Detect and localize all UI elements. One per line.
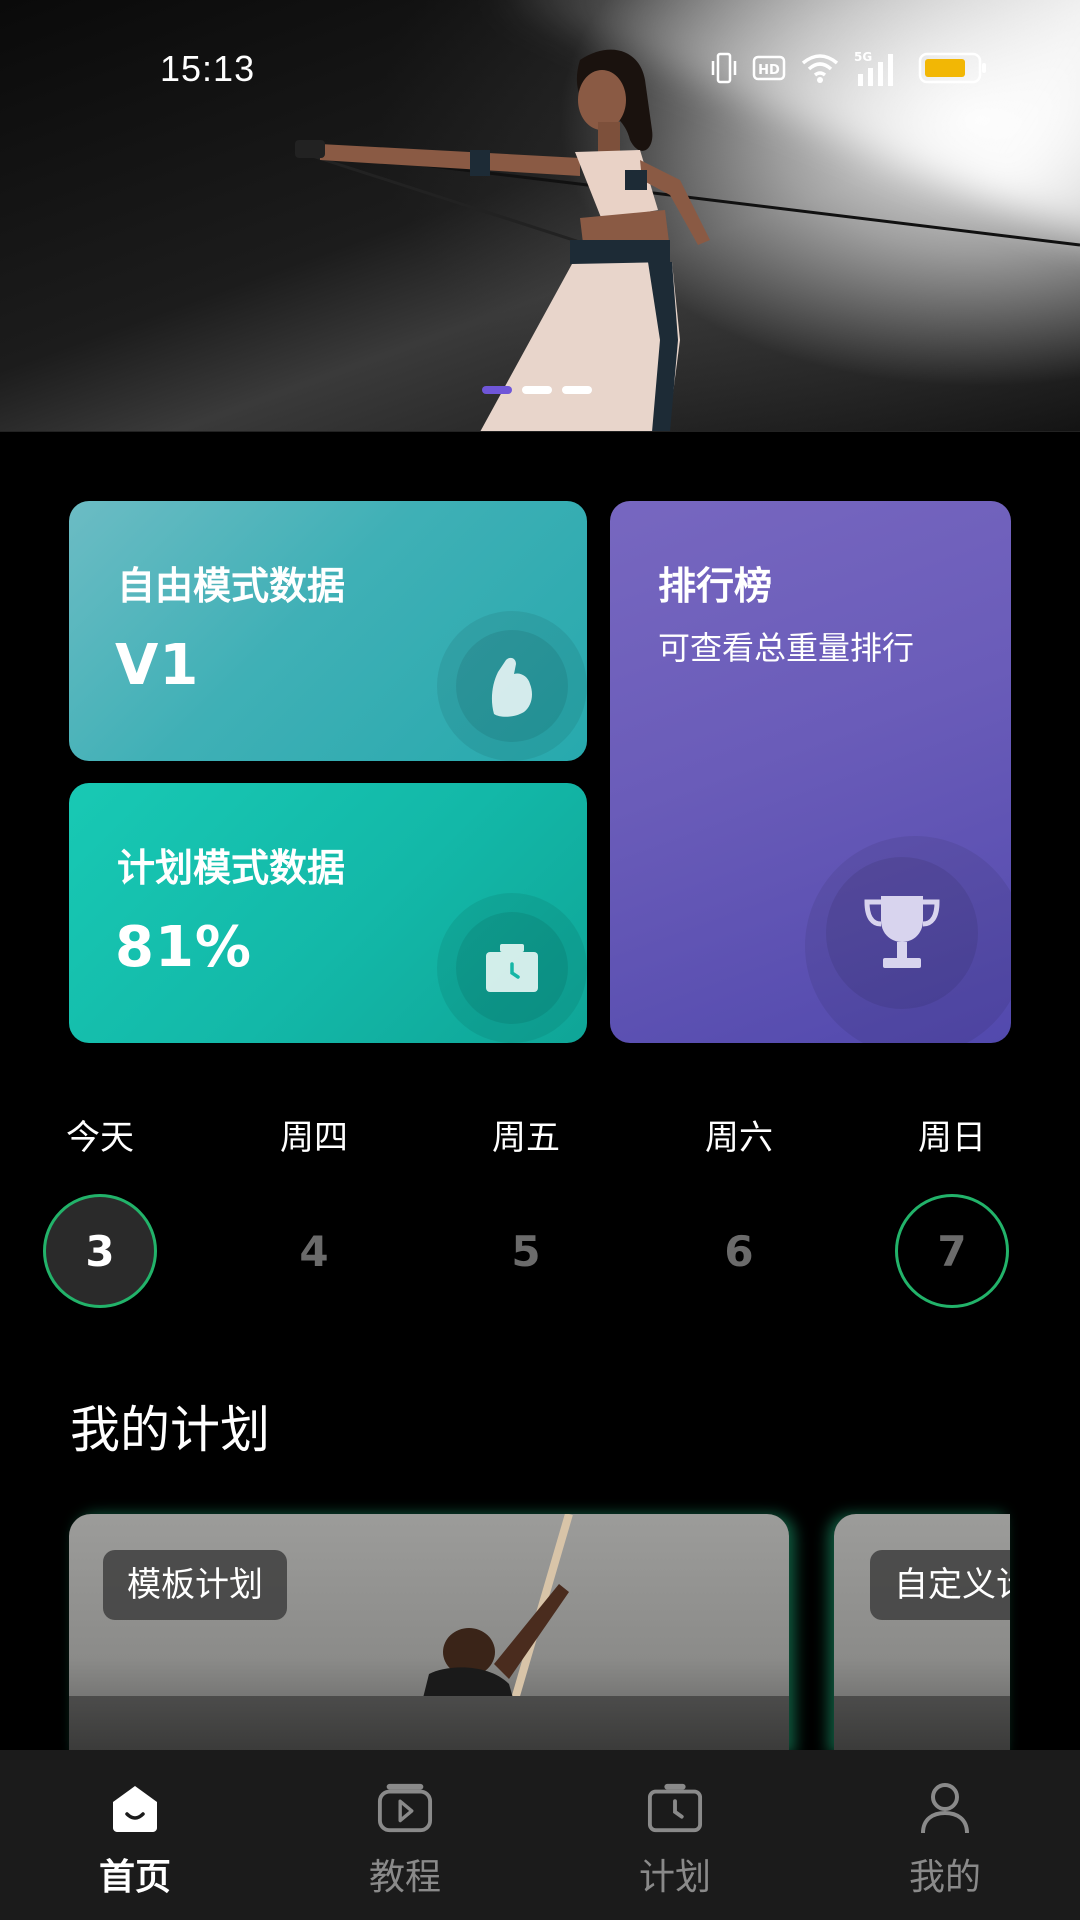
plan-tag: 自定义计: [870, 1550, 1010, 1620]
day-sunday[interactable]: 周日 7: [892, 1118, 1012, 1308]
banner-pagination: [482, 386, 592, 394]
nav-label: 我的: [908, 1857, 981, 1898]
clipboard-clock-icon: [486, 944, 538, 992]
my-plan-heading: 我的计划: [70, 1401, 270, 1459]
day-date: 6: [724, 1226, 754, 1276]
banner-dot[interactable]: [482, 386, 512, 394]
free-mode-icon-halo: [437, 611, 587, 761]
plan-floor: [834, 1696, 1010, 1754]
status-bar: 15:13 HD 5G: [0, 0, 1080, 140]
day-friday[interactable]: 周五 5: [466, 1118, 586, 1308]
profile-icon: [917, 1780, 973, 1836]
plan-card-custom[interactable]: 自定义计: [834, 1514, 1010, 1754]
plan-card-template[interactable]: 模板计划: [69, 1514, 789, 1754]
ranking-card[interactable]: 排行榜 可查看总重量排行: [610, 501, 1011, 1043]
plan-tag: 模板计划: [103, 1550, 287, 1620]
home-icon: [107, 1780, 163, 1836]
nav-label: 教程: [368, 1857, 441, 1898]
plan-floor: [69, 1696, 789, 1754]
banner-dot[interactable]: [522, 386, 552, 394]
nav-item-plan[interactable]: 计划: [540, 1750, 810, 1920]
plan-mode-value: 81%: [115, 915, 253, 980]
day-label: 周日: [918, 1118, 986, 1158]
calendar-clock-icon: [647, 1780, 703, 1836]
ranking-title: 排行榜: [658, 564, 773, 608]
hd-icon: HD: [752, 53, 786, 83]
day-label: 周五: [492, 1118, 560, 1158]
free-mode-card[interactable]: 自由模式数据 V1: [69, 501, 587, 761]
day-date: 3: [43, 1194, 157, 1308]
wifi-icon: [800, 52, 840, 84]
network-type-label: 5G: [854, 50, 872, 64]
hero-banner[interactable]: 15:13 HD 5G: [0, 0, 1080, 432]
day-today[interactable]: 今天 3: [40, 1118, 160, 1308]
nav-item-home[interactable]: 首页: [0, 1750, 270, 1920]
trophy-icon: [864, 896, 940, 968]
nav-item-tutorial[interactable]: 教程: [270, 1750, 540, 1920]
day-thursday[interactable]: 周四 4: [254, 1118, 374, 1308]
free-mode-title: 自由模式数据: [117, 564, 346, 608]
free-mode-value: V1: [115, 633, 200, 698]
ranking-icon-halo: [805, 836, 1011, 1043]
banner-dot[interactable]: [562, 386, 592, 394]
vibrate-icon: [710, 51, 738, 85]
svg-text:HD: HD: [758, 63, 780, 78]
day-label: 今天: [66, 1118, 134, 1158]
ranking-subtitle: 可查看总重量排行: [658, 629, 915, 667]
status-icons: HD 5G: [710, 50, 988, 86]
day-saturday[interactable]: 周六 6: [679, 1118, 799, 1308]
status-time: 15:13: [160, 48, 256, 89]
plan-mode-title: 计划模式数据: [117, 846, 346, 890]
plan-mode-icon-halo: [437, 893, 587, 1043]
tutorial-play-icon: [377, 1780, 433, 1836]
day-label: 周四: [280, 1118, 348, 1158]
week-strip: 今天 3 周四 4 周五 5 周六 6 周日 7: [0, 1118, 1080, 1318]
day-date: 5: [511, 1226, 541, 1276]
flexed-arm-icon: [491, 657, 532, 717]
day-label: 周六: [705, 1118, 773, 1158]
bottom-nav: 首页 教程 计划 我的: [0, 1750, 1080, 1920]
day-date: 4: [299, 1226, 329, 1276]
nav-item-profile[interactable]: 我的: [810, 1750, 1080, 1920]
day-date: 7: [895, 1194, 1009, 1308]
signal-icon: 5G: [854, 50, 904, 86]
nav-label: 首页: [98, 1857, 171, 1898]
nav-label: 计划: [638, 1857, 711, 1898]
battery-icon: [918, 51, 988, 85]
plan-mode-card[interactable]: 计划模式数据 81%: [69, 783, 587, 1043]
